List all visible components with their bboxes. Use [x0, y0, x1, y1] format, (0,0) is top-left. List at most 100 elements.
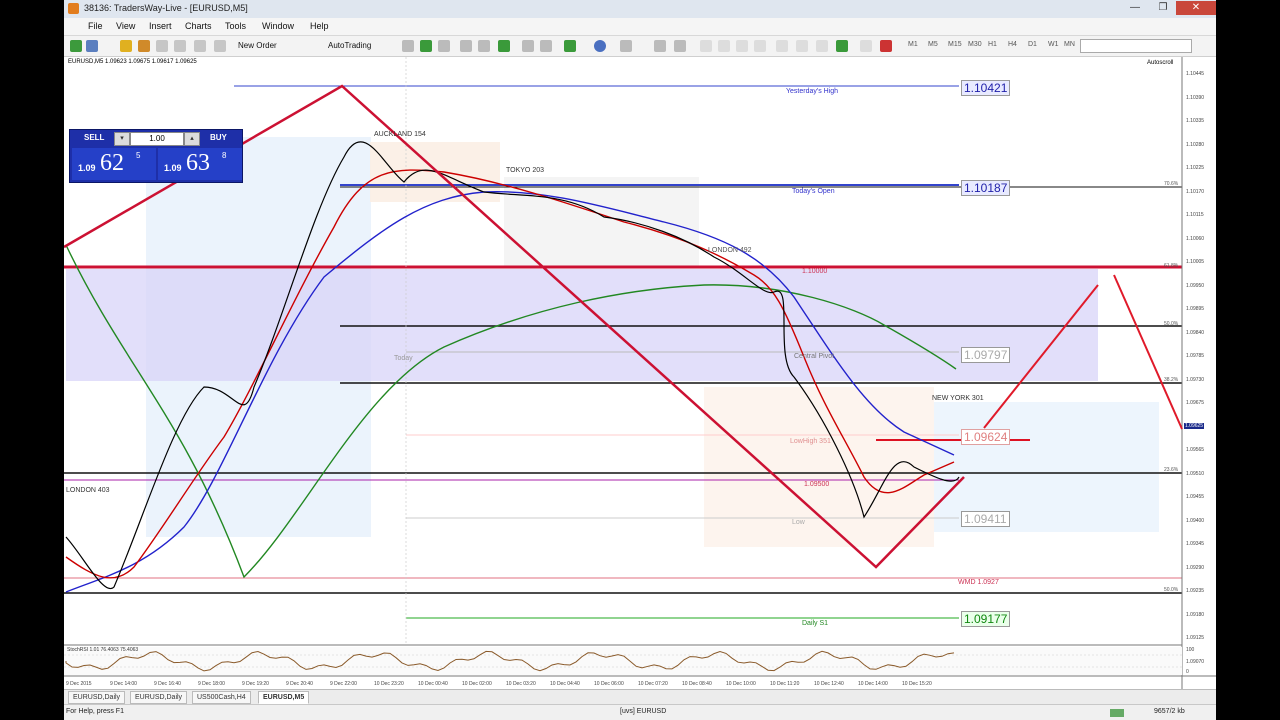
strategy-tester-icon[interactable] — [194, 40, 206, 52]
menu-charts[interactable]: Charts — [185, 21, 212, 31]
chart-area[interactable]: EURUSD,M5 1.09623 1.09675 1.09617 1.0962… — [64, 57, 1216, 689]
price-tick: 1.10335 — [1186, 118, 1205, 124]
buy-button[interactable]: 1.09 63 8 — [158, 148, 242, 180]
text-label-icon[interactable] — [816, 40, 828, 52]
tile-windows-icon[interactable] — [498, 40, 510, 52]
time-tick: 10 Dec 11:20 — [770, 681, 800, 687]
central-pivot-price: 1.09797 — [961, 347, 1011, 363]
price-tick: 1.09840 — [1186, 329, 1205, 336]
timeframe-h1[interactable]: H1 — [988, 41, 997, 48]
new-chart-icon[interactable] — [70, 40, 82, 52]
tokyo-session-label: TOKYO 203 — [506, 167, 545, 174]
menu-window[interactable]: Window — [262, 21, 294, 31]
price-tick: 1.10005 — [1186, 259, 1205, 265]
crosshair-icon[interactable] — [674, 40, 686, 52]
terminal-window: 38136: TradersWay-Live - [EURUSD,M5] — ❐… — [64, 0, 1216, 720]
objects-icon[interactable] — [880, 40, 892, 52]
buy-label: BUY — [210, 133, 227, 142]
autotrading-button[interactable]: AutoTrading — [328, 41, 371, 53]
candlesticks-icon[interactable] — [420, 40, 432, 52]
menu-insert[interactable]: Insert — [149, 21, 172, 31]
arrows-icon[interactable] — [836, 40, 848, 52]
search-input[interactable] — [1080, 39, 1192, 53]
timeframe-d1[interactable]: D1 — [1028, 41, 1037, 48]
time-tick: 9 Dec 19:20 — [242, 681, 269, 687]
shapes-icon[interactable] — [860, 40, 872, 52]
daily-s1-price: 1.09177 — [961, 611, 1011, 627]
price-tick: 1.09675 — [1186, 400, 1205, 406]
profiles-icon[interactable] — [86, 40, 98, 52]
todays-open-label: Today's Open — [792, 188, 835, 195]
editor-icon[interactable] — [214, 40, 226, 52]
periods-icon[interactable] — [594, 40, 606, 52]
wmd-label: WMD 1.0927 — [958, 579, 999, 586]
timeframe-h4[interactable]: H4 — [1008, 41, 1017, 48]
vertical-line-icon[interactable] — [700, 40, 712, 52]
text-icon[interactable] — [796, 40, 808, 52]
indicators-icon[interactable] — [564, 40, 576, 52]
price-tick: 1.09180 — [1186, 611, 1205, 618]
lot-size-input[interactable]: 1.00 — [130, 132, 184, 146]
tab-eurusd-daily-1[interactable]: EURUSD,Daily — [68, 691, 126, 704]
lowhigh-label: LowHigh 351 — [790, 438, 831, 445]
time-tick: 9 Dec 20:40 — [286, 681, 313, 687]
timeframe-mn[interactable]: MN — [1064, 41, 1075, 48]
terminal-icon[interactable] — [174, 40, 186, 52]
osc-axis-high: 100 — [1186, 647, 1195, 653]
chart-tabs: EURUSD,Daily EURUSD,Daily US500Cash,H4 E… — [64, 689, 1216, 704]
price-tick: 1.09345 — [1186, 541, 1205, 547]
navigator-icon[interactable] — [156, 40, 168, 52]
menu-help[interactable]: Help — [310, 21, 329, 31]
restore-button[interactable]: ❐ — [1150, 1, 1176, 15]
price-tick: 1.10445 — [1186, 71, 1205, 77]
tab-eurusd-m5[interactable]: EURUSD,M5 — [258, 691, 310, 704]
menu-view[interactable]: View — [116, 21, 135, 31]
fibonacci-icon[interactable] — [776, 40, 788, 52]
timeframe-m15[interactable]: M15 — [948, 41, 962, 48]
close-button[interactable]: ✕ — [1176, 1, 1216, 15]
autoscroll-icon[interactable] — [540, 40, 552, 52]
channel-icon[interactable] — [754, 40, 766, 52]
zoom-in-icon[interactable] — [460, 40, 472, 52]
new-order-button[interactable]: New Order — [238, 41, 277, 53]
cursor-icon[interactable] — [654, 40, 666, 52]
tab-eurusd-daily-2[interactable]: EURUSD,Daily — [130, 691, 188, 704]
time-tick: 10 Dec 08:40 — [682, 681, 712, 687]
lot-increase-button[interactable]: ▴ — [184, 132, 200, 146]
time-tick: 9 Dec 2015 — [66, 681, 92, 687]
timeframe-m1[interactable]: M1 — [908, 41, 918, 48]
chart-shift-icon[interactable] — [522, 40, 534, 52]
osc-axis-low: 0 — [1186, 669, 1189, 675]
price-tick: 1.09895 — [1186, 306, 1205, 312]
session-box-london2 — [704, 387, 934, 547]
lot-decrease-button[interactable]: ▾ — [114, 132, 130, 146]
auckland-session-label: AUCKLAND 154 — [374, 131, 426, 138]
bar-chart-icon[interactable] — [402, 40, 414, 52]
sell-button[interactable]: 1.09 62 5 — [72, 148, 156, 180]
price-tick: 1.10060 — [1186, 235, 1205, 242]
minimize-button[interactable]: — — [1122, 1, 1148, 15]
connection-icon — [1110, 709, 1124, 717]
menu-file[interactable]: File — [88, 21, 103, 31]
zoom-out-icon[interactable] — [478, 40, 490, 52]
price-tick: 1.09950 — [1186, 282, 1205, 289]
timeframe-w1[interactable]: W1 — [1048, 41, 1059, 48]
status-profile: [uvs] EURUSD — [620, 708, 667, 715]
tab-us500cash-h4[interactable]: US500Cash,H4 — [192, 691, 251, 704]
price-tick: 1.09455 — [1186, 494, 1205, 500]
trendline-icon[interactable] — [736, 40, 748, 52]
line-chart-icon[interactable] — [438, 40, 450, 52]
menu-tools[interactable]: Tools — [225, 21, 246, 31]
price-tick: 1.10390 — [1186, 94, 1205, 101]
horizontal-line-icon[interactable] — [718, 40, 730, 52]
templates-icon[interactable] — [620, 40, 632, 52]
oscillator-label: StochRSI 1.01 76.4063 75.4063 — [67, 647, 139, 653]
buy-price-fraction: 8 — [222, 151, 227, 160]
fib-label-2: 61.8% — [1164, 263, 1179, 269]
market-watch-icon[interactable] — [120, 40, 132, 52]
todays-open-price: 1.10187 — [961, 180, 1011, 196]
data-window-icon[interactable] — [138, 40, 150, 52]
time-tick: 10 Dec 03:20 — [506, 681, 536, 687]
timeframe-m30[interactable]: M30 — [968, 41, 982, 48]
timeframe-m5[interactable]: M5 — [928, 41, 938, 48]
